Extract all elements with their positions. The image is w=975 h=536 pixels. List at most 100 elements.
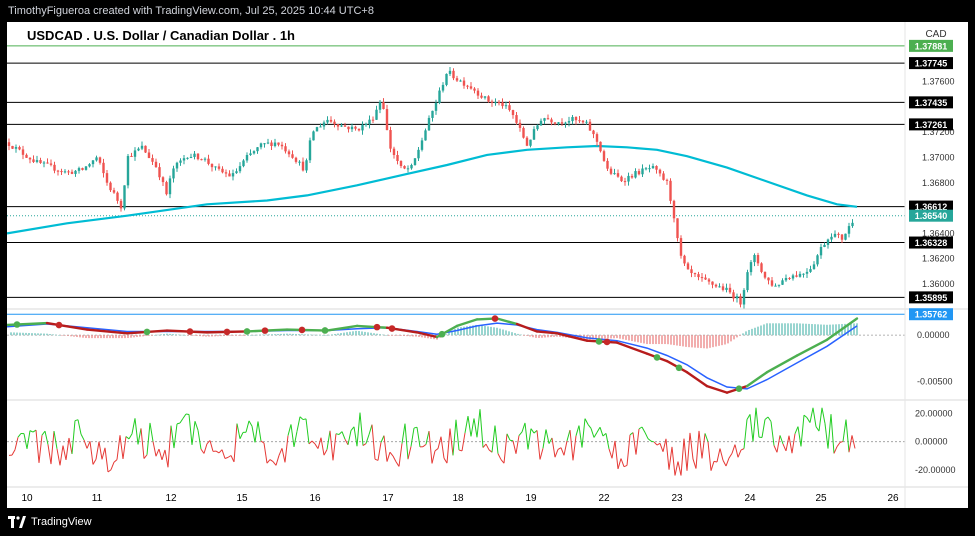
candle-body-121 [431,110,434,118]
macd-hist-bar-61 [193,335,195,336]
candle-body-195 [690,269,693,274]
macd-cross-marker-3 [186,328,194,335]
candle-body-8 [35,160,39,162]
macd-hist-bar-167 [511,332,513,336]
candle-body-33 [123,185,126,209]
macd-hist-bar-146 [448,332,450,336]
macd-hist-bar-133 [409,335,411,337]
candle-body-204 [721,286,725,290]
candle-body-186 [658,169,662,174]
macd-cross-marker-15 [653,354,661,361]
macd-hist-bar-56 [178,334,180,336]
candle-body-109 [389,130,392,149]
brand[interactable]: TradingView [8,516,92,528]
candle-body-220 [777,284,781,286]
time-tick-3: 15 [236,493,248,504]
macd-hist-bar-266 [808,323,810,336]
candle-body-15 [60,171,63,173]
macd-hist-bar-1 [13,332,15,336]
macd-hist-bar-263 [799,323,801,336]
candle-body-207 [732,292,735,299]
candle-body-104 [371,119,375,121]
macd-hist-bar-117 [361,331,363,336]
macd-hist-bar-157 [481,325,483,336]
candle-body-189 [669,180,672,201]
macd-hist-bar-250 [760,325,762,336]
macd-line-seg-8 [285,328,329,332]
macd-hist-bar-29 [97,335,99,339]
candle-body-128 [455,78,459,81]
chart-container[interactable]: 1.37600 1.37200 1.37000 1.36800 1.36400 1.362… [7,22,968,508]
macd-hist-bar-93 [289,333,291,336]
macd-hist-bar-75 [235,335,237,336]
macd-hist-bar-33 [109,335,111,339]
macd-hist-bar-240 [730,335,732,342]
macd-hist-bar-176 [538,335,540,338]
candle-body-236 [833,233,837,237]
time-tick-11: 25 [815,493,827,504]
candle-body-211 [746,272,749,291]
macd-hist-bar-49 [157,334,159,336]
candle-body-38 [140,145,144,149]
macd-hist-bar-4 [22,332,24,336]
macd-hist-bar-145 [445,334,447,336]
macd-hist-bar-122 [376,333,378,336]
chart-svg[interactable]: 1.376001.372001.370001.368001.364001.362… [7,22,968,508]
macd-hist-bar-41 [133,335,135,338]
macd-hist-bar-267 [811,324,813,336]
macd-hist-bar-256 [778,323,780,336]
candle-body-75 [270,142,273,147]
candle-body-239 [844,233,847,240]
macd-hist-bar-233 [709,335,711,348]
candle-body-0 [7,142,11,146]
macd-hist-bar-32 [106,335,108,339]
candle-body-197 [697,274,700,278]
macd-hist-bar-52 [166,333,168,336]
macd-hist-bar-2 [16,332,18,336]
candle-body-37 [137,148,140,151]
macd-hist-bar-175 [535,335,537,338]
price-tick-0: 1.37600 [922,76,955,86]
macd-hist-bar-37 [121,335,123,339]
time-tick-0: 10 [21,493,33,504]
candle-body-185 [655,166,658,170]
macd-hist-bar-6 [28,333,30,336]
candle-body-36 [133,150,137,157]
candle-body-155 [550,119,553,123]
candle-body-234 [826,239,830,245]
candle-body-139 [494,102,497,104]
macd-hist-bar-130 [400,335,402,336]
macd-hist-bar-150 [460,327,462,336]
macd-hist-bar-95 [295,334,297,336]
candle-body-183 [648,168,651,170]
macd-hist-bar-210 [640,335,642,343]
candle-body-7 [32,159,35,162]
candle-body-95 [340,125,343,127]
candle-body-90 [322,122,326,127]
macd-hist-bar-62 [196,335,198,336]
macd-hist-bar-209 [637,335,639,343]
macd-hist-bar-45 [145,335,147,337]
candle-body-212 [749,262,753,273]
macd-hist-bar-264 [802,323,804,336]
macd-hist-bar-241 [733,335,735,340]
macd-cross-marker-6 [261,327,269,334]
macd-hist-bar-27 [91,335,93,339]
macd-hist-bar-98 [304,334,306,336]
macd-hist-bar-221 [673,335,675,346]
candle-body-232 [819,246,823,256]
candle-body-51 [186,157,189,159]
macd-hist-bar-43 [139,335,141,337]
candle-body-147 [522,127,525,138]
candle-body-42 [154,161,158,168]
candle-body-209 [739,296,742,305]
candle-body-6 [28,157,32,160]
candle-body-3 [18,147,21,150]
macd-hist-bar-17 [61,335,63,336]
macd-hist-bar-80 [250,335,252,336]
candle-body-101 [361,124,364,131]
macd-cross-marker-4 [223,328,231,336]
macd-hist-bar-84 [262,334,264,336]
candle-body-49 [179,160,182,163]
osc-tick-2: -20.00000 [915,465,956,475]
